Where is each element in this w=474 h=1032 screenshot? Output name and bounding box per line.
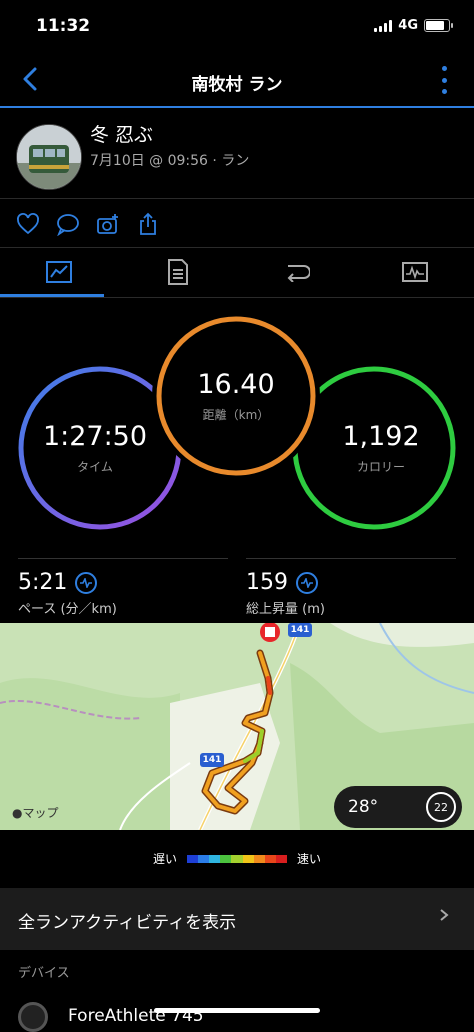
apple-icon: ●: [12, 806, 22, 820]
device-section-header: デバイス: [18, 962, 70, 981]
share-icon[interactable]: [136, 212, 160, 236]
legend-swatch: [209, 855, 220, 863]
divider: [0, 297, 474, 298]
pace-label: ペース (分／km): [18, 598, 117, 617]
distance-metric: 16.40 距離（km）: [156, 316, 316, 476]
pace-chart-icon[interactable]: [75, 572, 97, 594]
temperature: 28°: [348, 797, 378, 817]
legend-swatch: [243, 855, 254, 863]
route-number-label: 141: [200, 753, 224, 767]
route-number-label: 141: [288, 623, 312, 637]
divider: [0, 198, 474, 199]
details-icon: [167, 259, 189, 285]
legend-gradient: [187, 855, 287, 863]
legend-fast-label: 速い: [297, 850, 321, 867]
status-indicators: 4G: [374, 18, 450, 33]
tab-bar: [0, 248, 474, 296]
show-all-activities-row[interactable]: 全ランアクティビティを表示: [0, 888, 474, 950]
legend-swatch: [265, 855, 276, 863]
divider: [246, 558, 456, 559]
distance-label: 距離（km）: [203, 406, 270, 423]
heart-icon[interactable]: [16, 212, 40, 236]
chart-icon: [402, 262, 428, 282]
wind-icon: 22: [426, 792, 456, 822]
legend-swatch: [187, 855, 198, 863]
home-indicator[interactable]: [154, 1008, 320, 1013]
legend-swatch: [220, 855, 231, 863]
summary-icon: [46, 261, 72, 283]
tab-summary[interactable]: [0, 248, 119, 296]
status-time: 11:32: [36, 16, 90, 36]
tab-laps[interactable]: [237, 248, 356, 296]
show-all-activities-label: 全ランアクティビティを表示: [18, 908, 236, 933]
time-value: 1:27:50: [43, 421, 147, 452]
legend-swatch: [198, 855, 209, 863]
calories-value: 1,192: [342, 421, 419, 452]
battery-icon: [424, 19, 450, 32]
tab-chart[interactable]: [356, 248, 474, 296]
action-bar: [16, 212, 160, 236]
avatar[interactable]: [16, 124, 82, 190]
time-label: タイム: [77, 458, 113, 475]
pace-value: 5:21: [18, 570, 67, 595]
ascent-stat: 159: [246, 570, 318, 595]
ascent-label: 総上昇量 (m): [246, 598, 325, 617]
laps-icon: [282, 262, 310, 282]
pace-legend: 遅い 速い: [0, 850, 474, 867]
avatar-train-image: [17, 125, 81, 189]
page-title: 南牧村 ラン: [0, 70, 474, 95]
wind-speed: 22: [434, 801, 448, 814]
signal-icon: [374, 20, 392, 32]
maps-attribution: ●マップ: [12, 804, 59, 821]
watch-icon: [18, 1002, 48, 1032]
divider: [18, 558, 228, 559]
calories-label: カロリー: [357, 458, 405, 475]
user-name: 冬 忍ぶ: [90, 120, 153, 147]
ascent-value: 159: [246, 570, 288, 595]
legend-slow-label: 遅い: [153, 850, 177, 867]
activity-datetime: 7月10日 @ 09:56 · ラン: [90, 150, 249, 170]
comment-icon[interactable]: [56, 212, 80, 236]
legend-swatch: [254, 855, 265, 863]
chevron-right-icon: [438, 909, 450, 921]
legend-swatch: [276, 855, 287, 863]
more-menu-icon[interactable]: [438, 66, 450, 94]
network-label: 4G: [398, 18, 418, 33]
pace-stat: 5:21: [18, 570, 97, 595]
camera-icon[interactable]: [96, 212, 120, 236]
distance-value: 16.40: [197, 369, 274, 400]
weather-badge: 28° 22: [334, 786, 462, 828]
tab-details[interactable]: [119, 248, 238, 296]
ascent-chart-icon[interactable]: [296, 572, 318, 594]
legend-swatch: [231, 855, 242, 863]
nav-header: 南牧村 ラン: [0, 56, 474, 108]
